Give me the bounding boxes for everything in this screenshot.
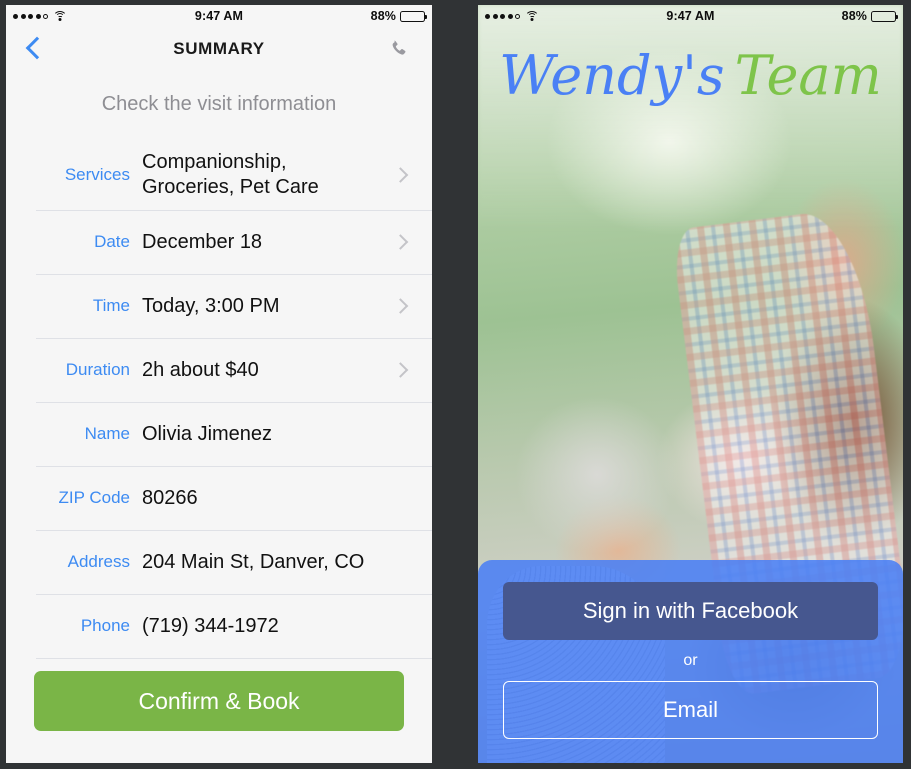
detail-row-value: (719) 344-1972 bbox=[142, 614, 279, 637]
photo-background-blur bbox=[478, 5, 903, 233]
detail-row-label: Duration bbox=[65, 360, 130, 379]
status-bar-right-group: 88% bbox=[370, 9, 428, 23]
chevron-left-icon[interactable] bbox=[26, 36, 42, 62]
left-phone-screen: 9:47 AM 88% SUMMARY Check the visit info… bbox=[6, 5, 432, 763]
left-phone-frame: 9:47 AM 88% SUMMARY Check the visit info… bbox=[0, 0, 440, 769]
detail-row-value: 2h about $40 bbox=[142, 358, 259, 381]
detail-row-label: Date bbox=[94, 232, 130, 251]
phone-call-icon[interactable] bbox=[388, 38, 410, 60]
sign-in-panel: Sign in with Facebook or Email bbox=[478, 560, 903, 763]
detail-row-value: Today, 3:00 PM bbox=[142, 294, 280, 317]
confirm-button-container: Confirm & Book bbox=[6, 659, 432, 731]
detail-row-label: Address bbox=[67, 552, 130, 571]
wifi-icon bbox=[525, 10, 539, 22]
detail-row: Address 204 Main St, Danver, CO bbox=[6, 530, 432, 594]
confirm-and-book-button[interactable]: Confirm & Book bbox=[34, 671, 404, 731]
status-bar-left-group bbox=[485, 10, 539, 22]
page-subtitle: Check the visit information bbox=[101, 93, 337, 115]
detail-row-value: 204 Main St, Danver, CO bbox=[142, 550, 365, 573]
battery-icon bbox=[871, 10, 899, 22]
sign-in-with-email-button[interactable]: Email bbox=[503, 681, 878, 739]
status-bar-right: 9:47 AM 88% bbox=[478, 5, 903, 27]
detail-row-label: Time bbox=[92, 296, 130, 315]
dual-phone-mockup: 9:47 AM 88% SUMMARY Check the visit info… bbox=[0, 0, 911, 769]
page-title: SUMMARY bbox=[173, 39, 265, 58]
status-bar-clock: 9:47 AM bbox=[666, 9, 715, 23]
detail-row: Name Olivia Jimenez bbox=[6, 402, 432, 466]
detail-row-label: ZIP Code bbox=[58, 488, 130, 507]
right-phone-screen: 9:47 AM 88% Wendy's Team Sign in with Fac… bbox=[478, 5, 903, 763]
detail-row: ZIP Code 80266 bbox=[6, 466, 432, 530]
detail-row: Phone (719) 344-1972 bbox=[6, 594, 432, 658]
detail-row-label: Name bbox=[84, 424, 130, 443]
detail-row-value: Olivia Jimenez bbox=[142, 422, 273, 445]
battery-percent-label: 88% bbox=[841, 9, 867, 23]
battery-percent-label: 88% bbox=[370, 9, 396, 23]
status-bar-right-group: 88% bbox=[841, 9, 899, 23]
status-bar-left-group bbox=[13, 10, 67, 22]
wifi-icon bbox=[53, 10, 67, 22]
detail-row[interactable]: Time Today, 3:00 PM bbox=[6, 274, 432, 338]
battery-icon bbox=[400, 10, 428, 22]
detail-row[interactable]: Date December 18 bbox=[6, 210, 432, 274]
nav-bar: SUMMARY bbox=[6, 27, 432, 71]
status-bar-clock: 9:47 AM bbox=[194, 9, 244, 23]
detail-row[interactable]: Duration 2h about $40 bbox=[6, 338, 432, 402]
visit-details-list: Services Companionship, Groceries, Pet Ca… bbox=[6, 140, 432, 658]
detail-row-value: December 18 bbox=[142, 230, 263, 253]
right-phone-frame: 9:47 AM 88% Wendy's Team Sign in with Fac… bbox=[470, 0, 911, 769]
or-divider-label: or bbox=[683, 652, 698, 669]
detail-row[interactable]: Services Companionship, Groceries, Pet Ca… bbox=[6, 140, 432, 210]
signal-strength-dots bbox=[485, 13, 520, 19]
detail-row-value: 80266 bbox=[142, 486, 198, 509]
detail-row-value: Companionship, Groceries, Pet Care bbox=[142, 151, 319, 198]
sign-in-with-facebook-button[interactable]: Sign in with Facebook bbox=[503, 582, 878, 640]
status-bar-left: 9:47 AM 88% bbox=[6, 5, 432, 27]
detail-row-label: Services bbox=[64, 165, 130, 184]
signal-strength-dots bbox=[13, 13, 48, 19]
detail-row-label: Phone bbox=[80, 616, 130, 635]
